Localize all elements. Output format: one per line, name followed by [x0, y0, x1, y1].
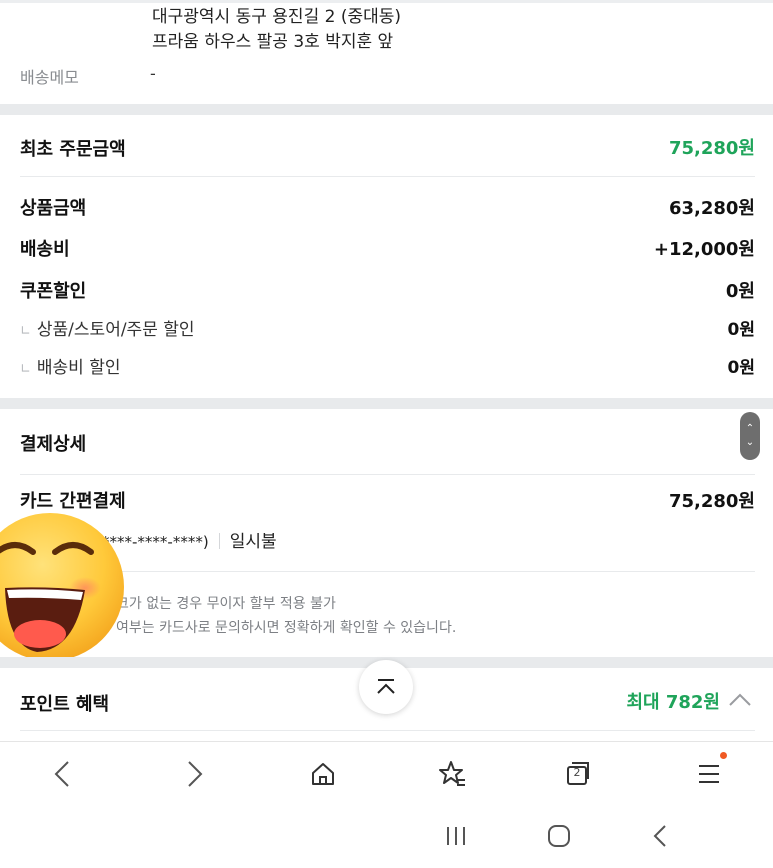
shipping-address-line1: 대구광역시 동구 용진길 2 (중대동) — [152, 7, 402, 27]
forward-arrow-icon[interactable] — [183, 760, 205, 788]
coupon-discount-value: 0원 — [725, 281, 755, 302]
shipping-discount-label: 배송비 할인 — [36, 358, 121, 378]
product-discount-row: ∟ 상품/스토어/주문 할인 — [20, 315, 195, 340]
order-total-value: 75,280원 — [668, 138, 755, 159]
separator — [218, 533, 220, 549]
chevron-up-icon[interactable] — [728, 690, 752, 710]
installment-notice-1-text: 크가 없는 경우 무이자 할부 적용 불가 — [116, 596, 336, 612]
shipping-discount-row: ∟ 배송비 할인 — [20, 353, 121, 378]
menu-icon[interactable] — [697, 762, 721, 786]
divider — [20, 730, 755, 731]
section-gap — [0, 398, 773, 409]
installment-notice-2-text: 여부는 카드사로 문의하시면 정확하게 확인할 수 있습니다. — [116, 620, 457, 636]
tab-count: 2 — [573, 766, 581, 779]
shipping-fee-label: 배송비 — [20, 239, 70, 260]
divider — [20, 571, 755, 572]
laughing-emoji-sticker — [0, 513, 124, 661]
scroll-top-icon — [377, 679, 395, 694]
recent-apps-icon[interactable] — [445, 825, 467, 847]
bookmark-star-icon[interactable] — [437, 759, 467, 789]
shipping-discount-value: 0원 — [727, 358, 755, 378]
product-amount-label: 상품금액 — [20, 198, 87, 219]
order-total-label: 최초 주문금액 — [20, 139, 126, 160]
browser-toolbar — [0, 741, 773, 807]
product-discount-label: 상품/스토어/주문 할인 — [36, 320, 195, 340]
system-back-icon[interactable] — [651, 824, 669, 848]
fast-scroll-handle[interactable]: ⌃ ⌄ — [740, 412, 760, 460]
payment-amount-value: 75,280원 — [668, 491, 755, 512]
home-icon[interactable] — [309, 760, 337, 788]
chevron-down-icon: ⌄ — [745, 437, 755, 448]
product-discount-value: 0원 — [727, 320, 755, 340]
shipping-address-line2: 프라움 하우스 팔공 3호 박지훈 앞 — [152, 32, 394, 52]
section-gap — [0, 104, 773, 115]
points-benefit-value: 최대 782원 — [626, 692, 720, 713]
divider — [20, 474, 755, 475]
product-amount-value: 63,280원 — [668, 198, 755, 219]
shipping-memo-label: 배송메모 — [20, 68, 79, 87]
back-arrow-icon[interactable] — [52, 760, 74, 788]
home-circle-icon[interactable] — [547, 824, 571, 848]
scroll-to-top-button[interactable] — [359, 660, 413, 714]
coupon-discount-label: 쿠폰할인 — [20, 281, 87, 302]
divider — [20, 176, 755, 177]
chevron-up-icon: ⌃ — [745, 423, 755, 434]
corner-icon: ∟ — [20, 324, 31, 339]
notification-dot — [720, 752, 727, 759]
payment-detail-title: 결제상세 — [20, 434, 87, 455]
shipping-memo-value: - — [150, 64, 156, 83]
shipping-fee-value: +12,000원 — [653, 239, 755, 260]
installment-plan: 일시불 — [229, 532, 277, 552]
points-benefit-title: 포인트 혜택 — [20, 694, 110, 715]
corner-icon: ∟ — [20, 362, 31, 377]
